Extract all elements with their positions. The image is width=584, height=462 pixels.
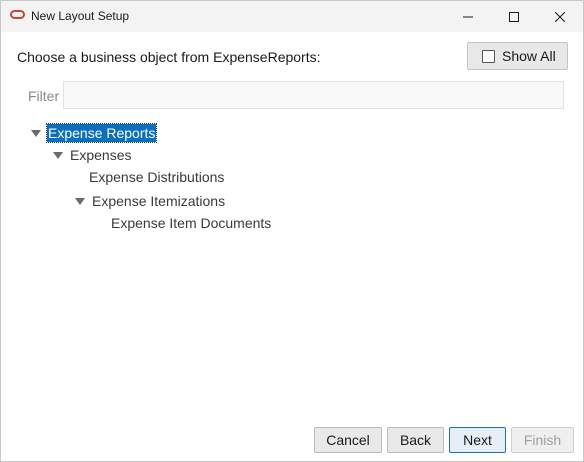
expand-arrow-icon[interactable] (75, 197, 85, 205)
instruction-text: Choose a business object from ExpenseRep… (17, 49, 321, 65)
close-button[interactable] (537, 1, 583, 32)
show-all-toggle[interactable]: Show All (467, 42, 568, 70)
minimize-icon (463, 16, 473, 17)
tree-node-expense-item-documents[interactable]: Expense Item Documents (110, 214, 272, 232)
title-bar: New Layout Setup (1, 1, 583, 32)
tree-node-expense-distributions[interactable]: Expense Distributions (88, 168, 225, 186)
minimize-button[interactable] (445, 1, 491, 32)
expand-arrow-icon[interactable] (53, 151, 63, 159)
back-button[interactable]: Back (387, 427, 444, 453)
maximize-icon (509, 11, 519, 22)
tree-node-label[interactable]: Expense Reports (45, 123, 158, 143)
tree-node-label[interactable]: Expenses (69, 146, 132, 164)
next-button[interactable]: Next (449, 427, 506, 453)
tree-node-expenses[interactable]: Expenses (53, 146, 132, 164)
tree-node-label[interactable]: Expense Itemizations (91, 192, 226, 210)
tree-node-expense-reports[interactable]: Expense Reports (31, 123, 158, 143)
new-layout-setup-dialog: New Layout Setup Choose a business objec… (0, 0, 584, 462)
window-title: New Layout Setup (31, 9, 130, 23)
expand-arrow-icon[interactable] (31, 129, 41, 137)
cancel-button[interactable]: Cancel (314, 427, 382, 453)
oracle-logo-icon (10, 10, 25, 19)
filter-input[interactable] (63, 81, 564, 109)
maximize-button[interactable] (491, 1, 537, 32)
show-all-checkbox[interactable] (482, 49, 495, 63)
close-icon (555, 11, 565, 22)
tree-node-label[interactable]: Expense Distributions (88, 168, 225, 186)
finish-button[interactable]: Finish (511, 427, 574, 453)
tree-node-label[interactable]: Expense Item Documents (110, 214, 272, 232)
show-all-label: Show All (502, 48, 556, 64)
filter-label: Filter (28, 88, 60, 104)
tree-node-expense-itemizations[interactable]: Expense Itemizations (75, 192, 226, 210)
